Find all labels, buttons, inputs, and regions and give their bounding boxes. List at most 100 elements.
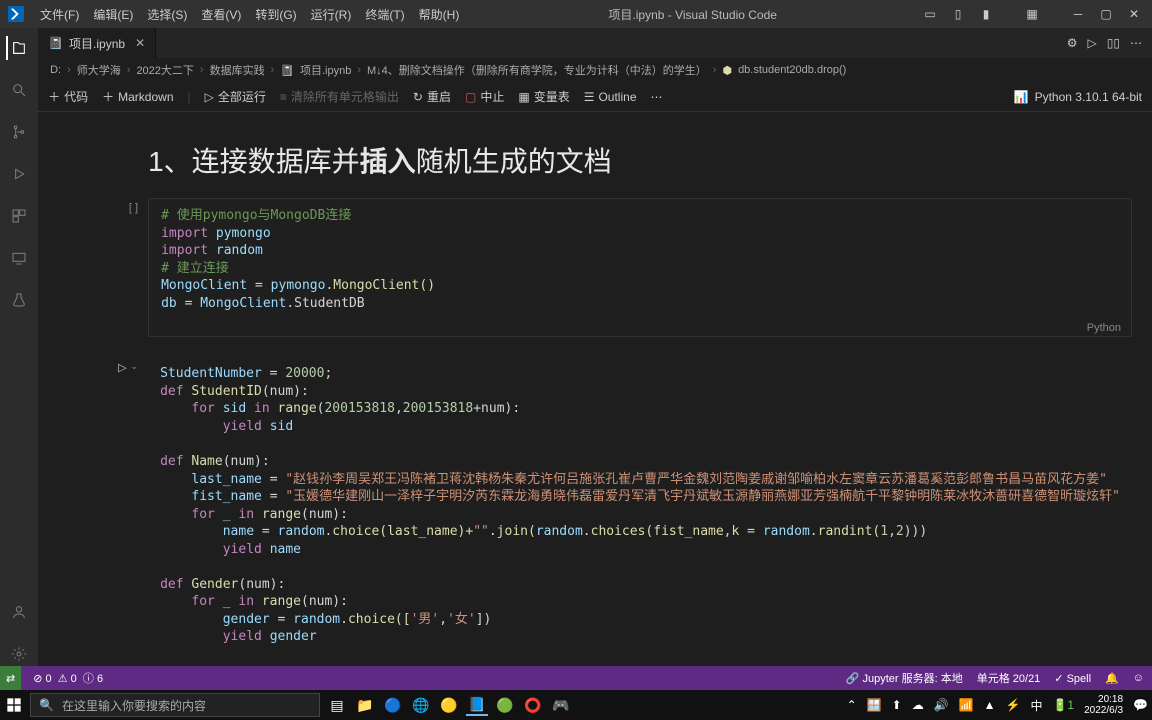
layout-icon[interactable]: ▭ <box>920 7 940 21</box>
testing-icon[interactable] <box>7 288 31 312</box>
ime-icon[interactable]: 中 <box>1030 697 1042 714</box>
jupyter-server[interactable]: 🔗 Jupyter 服务器: 本地 <box>846 670 963 686</box>
run-all-button[interactable]: ▷全部运行 <box>205 88 266 105</box>
add-code-button[interactable]: ＋代码 <box>48 88 88 105</box>
gear-icon[interactable]: ⚙ <box>1067 36 1078 50</box>
cell-lang[interactable]: Python <box>1087 322 1121 334</box>
extensions-icon[interactable] <box>7 204 31 228</box>
jupyter-icon: 📓 <box>280 64 294 77</box>
more-icon[interactable]: ⋯ <box>1130 36 1142 50</box>
taskbar: 🔍 在这里输入你要搜索的内容 ▤ 📁 🔵 🌐 🟡 📘 🟢 ⭕ 🎮 ⌃ 🪟 ⬆ ☁… <box>0 690 1152 720</box>
menu-select[interactable]: 选择(S) <box>141 4 193 25</box>
wifi-icon[interactable]: 📶 <box>959 698 974 712</box>
explorer-icon[interactable] <box>6 36 30 60</box>
explorer-icon[interactable]: 📁 <box>354 694 376 716</box>
chevron-down-icon[interactable]: ⌄ <box>131 361 139 372</box>
run-cell-icon[interactable]: ▷ <box>118 361 126 374</box>
account-icon[interactable] <box>7 600 31 624</box>
code-cell[interactable]: ▷ ⌄ StudentNumber = 20000; def StudentID(… <box>48 357 1132 666</box>
tray-icon[interactable]: ⚡ <box>1006 698 1021 712</box>
clear-outputs-button[interactable]: ≡清除所有单元格输出 <box>280 88 399 105</box>
grid-icon[interactable]: ▦ <box>1022 7 1042 21</box>
exec-count: [ ] <box>129 202 138 214</box>
notebook-body[interactable]: 1、连接数据库并插入随机生成的文档 [ ] # 使用pymongo与MongoD… <box>38 112 1152 666</box>
remote-indicator[interactable]: ⇄ <box>0 666 21 690</box>
tray-icon[interactable]: ▲ <box>984 698 996 712</box>
spell-check[interactable]: ✓ Spell <box>1054 672 1091 685</box>
code[interactable]: # 使用pymongo与MongoDB连接 import pymongo imp… <box>149 199 1131 320</box>
tray-icon[interactable]: ⬆ <box>892 698 902 712</box>
maximize-icon[interactable]: ▢ <box>1096 7 1116 21</box>
notifications-icon[interactable]: 💬 <box>1133 698 1148 712</box>
battery-icon[interactable]: 🔋1 <box>1052 698 1074 712</box>
crumb[interactable]: 2022大二下 <box>136 62 193 78</box>
editor-actions: ⚙ ▷ ▯▯ ⋯ <box>1067 36 1152 50</box>
crumb[interactable]: 项目.ipynb <box>300 62 351 78</box>
status-bar: ⇄ ⊘ 0 ⚠ 0 ⓘ 6 🔗 Jupyter 服务器: 本地 单元格 20/2… <box>0 666 1152 690</box>
kernel-picker[interactable]: Python 3.10.1 64-bit <box>1035 90 1142 104</box>
layout-icon[interactable]: ▮ <box>976 7 996 21</box>
crumb[interactable]: M↓4、删除文档操作（删除所有商学院，专业为计科（中法）的学生） <box>367 62 707 78</box>
menu-terminal[interactable]: 终端(T) <box>359 4 410 25</box>
menu-run[interactable]: 运行(R) <box>305 4 358 25</box>
jupyter-icon: 📓 <box>48 36 63 50</box>
outline-button[interactable]: ☰Outline <box>584 90 637 104</box>
code-cell[interactable]: [ ] # 使用pymongo与MongoDB连接 import pymongo… <box>48 198 1132 337</box>
app-icon[interactable]: 🟢 <box>494 694 516 716</box>
variables-button[interactable]: ▦变量表 <box>518 88 569 105</box>
markdown-cell[interactable]: 1、连接数据库并插入随机生成的文档 <box>148 140 1132 180</box>
activity-bar <box>0 28 38 666</box>
stop-button[interactable]: ▢中止 <box>465 88 504 105</box>
search-icon[interactable] <box>7 78 31 102</box>
menu-goto[interactable]: 转到(G) <box>249 4 302 25</box>
close-tab-icon[interactable]: ✕ <box>135 36 145 50</box>
feedback-icon[interactable]: ☺ <box>1133 672 1144 684</box>
more-icon[interactable]: ⋯ <box>651 90 663 104</box>
tray-icon[interactable]: ☁ <box>912 698 924 712</box>
taskview-icon[interactable]: ▤ <box>326 694 348 716</box>
crumb[interactable]: 数据库实践 <box>210 62 265 78</box>
menu-file[interactable]: 文件(F) <box>34 4 85 25</box>
crumb[interactable]: db.student20db.drop() <box>738 64 846 76</box>
chrome-icon[interactable]: 🟡 <box>438 694 460 716</box>
start-button[interactable] <box>4 695 24 715</box>
method-icon: ⬢ <box>722 64 732 77</box>
code[interactable]: StudentNumber = 20000; def StudentID(num… <box>148 357 1132 666</box>
add-markdown-button[interactable]: ＋Markdown <box>102 88 173 105</box>
menu-help[interactable]: 帮助(H) <box>413 4 466 25</box>
problems[interactable]: ⊘ 0 ⚠ 0 ⓘ 6 <box>33 670 103 686</box>
tray-icon[interactable]: 🪟 <box>867 698 882 712</box>
search-input[interactable]: 🔍 在这里输入你要搜索的内容 <box>30 693 320 717</box>
chevron-up-icon[interactable]: ⌃ <box>847 698 857 712</box>
search-icon: 🔍 <box>39 698 54 712</box>
restart-button[interactable]: ↻重启 <box>413 88 451 105</box>
clock[interactable]: 20:18 2022/6/3 <box>1084 694 1123 716</box>
window-title: 项目.ipynb - Visual Studio Code <box>465 6 920 23</box>
app-icon[interactable]: ⭕ <box>522 694 544 716</box>
vscode-icon[interactable]: 📘 <box>466 694 488 716</box>
crumb[interactable]: 师大学海 <box>77 62 121 78</box>
debug-icon[interactable] <box>7 162 31 186</box>
split-icon[interactable]: ▯▯ <box>1107 36 1120 50</box>
tab-file[interactable]: 📓 项目.ipynb ✕ <box>38 28 156 58</box>
app-icon[interactable]: 🔵 <box>382 694 404 716</box>
menu-view[interactable]: 查看(V) <box>195 4 247 25</box>
layout-icon[interactable]: ▯ <box>948 7 968 21</box>
run-icon[interactable]: ▷ <box>1088 36 1097 50</box>
breadcrumb[interactable]: D:› 师大学海› 2022大二下› 数据库实践› 📓 项目.ipynb› M↓… <box>38 58 1152 82</box>
settings-icon[interactable] <box>7 642 31 666</box>
source-control-icon[interactable] <box>7 120 31 144</box>
minimize-icon[interactable]: ─ <box>1068 7 1088 21</box>
crumb[interactable]: D: <box>50 64 61 76</box>
edge-icon[interactable]: 🌐 <box>410 694 432 716</box>
volume-icon[interactable]: 🔊 <box>934 698 949 712</box>
close-icon[interactable]: ✕ <box>1124 7 1144 21</box>
task-icons: ▤ 📁 🔵 🌐 🟡 📘 🟢 ⭕ 🎮 <box>326 694 572 716</box>
menu-edit[interactable]: 编辑(E) <box>87 4 139 25</box>
cell-position[interactable]: 单元格 20/21 <box>977 670 1041 686</box>
bell-icon[interactable]: 🔔 <box>1105 672 1119 685</box>
app-icon[interactable]: 🎮 <box>550 694 572 716</box>
remote-icon[interactable] <box>7 246 31 270</box>
heading: 1、连接数据库并插入随机生成的文档 <box>148 140 1132 180</box>
search-placeholder: 在这里输入你要搜索的内容 <box>62 697 206 714</box>
